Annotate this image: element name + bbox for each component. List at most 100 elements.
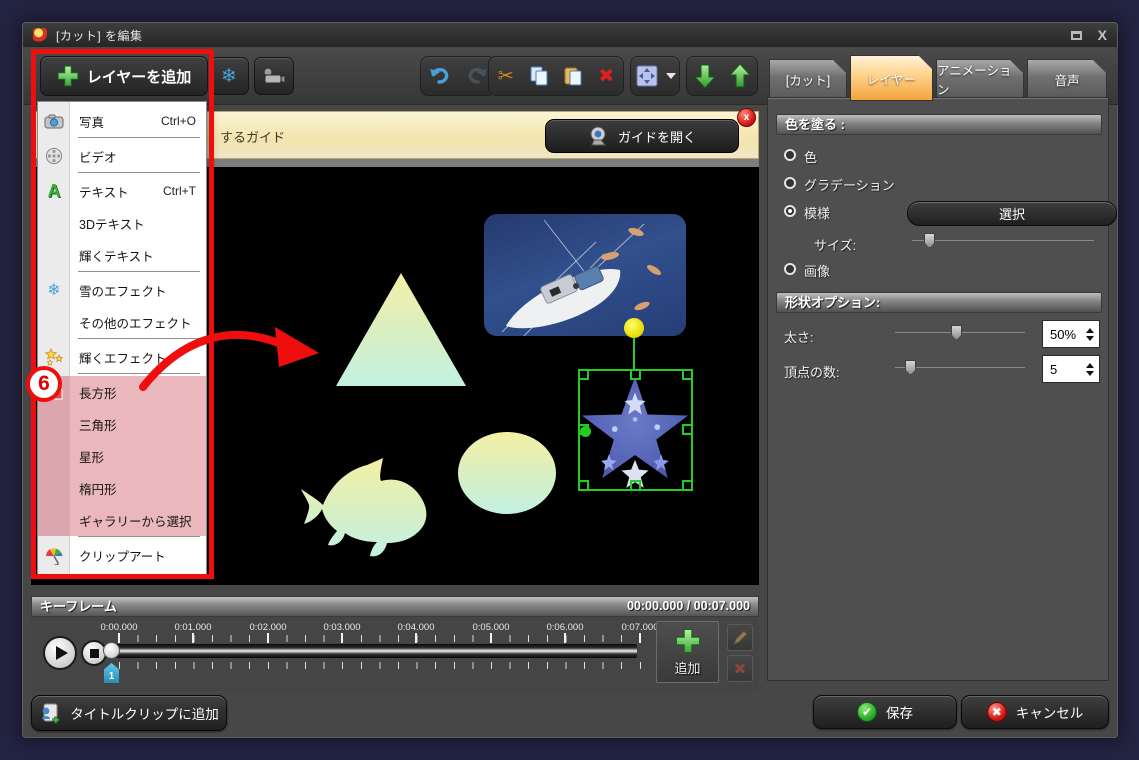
play-button[interactable] — [43, 636, 77, 670]
app-icon — [33, 28, 47, 42]
thickness-label: 太さ: — [784, 327, 814, 346]
undo-redo-group — [420, 56, 496, 96]
radio-color[interactable] — [784, 149, 796, 161]
menu-item-gallery-select[interactable]: ギャラリーから選択 — [38, 504, 206, 536]
menu-item-3d-text[interactable]: 3Dテキスト — [38, 207, 206, 239]
pattern-select-button[interactable]: 選択 — [907, 201, 1117, 226]
menu-item-star[interactable]: 星形 — [38, 440, 206, 472]
menu-item-glow-text[interactable]: 輝くテキスト — [38, 239, 206, 271]
window-title: [カット] を編集 — [56, 27, 143, 44]
menu-item-text[interactable]: A テキスト Ctrl+T — [38, 175, 206, 207]
keyframe-header: キーフレーム 00:00.000 / 00:07.000 — [31, 596, 759, 617]
add-layer-button[interactable]: レイヤーを追加 — [40, 56, 208, 96]
ruler-label: 0:03.000 — [312, 622, 372, 633]
playhead-handle[interactable] — [103, 642, 120, 659]
menu-item-other-effects[interactable]: その他のエフェクト — [38, 306, 206, 338]
fit-view-dropdown-caret[interactable] — [666, 73, 676, 79]
menu-item-ellipse[interactable]: 楕円形 — [38, 472, 206, 504]
selection-handle-sw[interactable] — [578, 480, 589, 491]
selection-handle-ne[interactable] — [682, 369, 693, 380]
delete-keyframe-button[interactable]: ✖ — [727, 655, 753, 682]
edit-keyframe-button[interactable] — [727, 624, 753, 651]
shape-section-header: 形状オプション: — [776, 292, 1102, 313]
snowflake-icon: ❄ — [221, 65, 237, 88]
thickness-slider[interactable] — [895, 325, 1025, 341]
menu-item-clipart[interactable]: クリップアート — [38, 539, 206, 571]
radio-pattern-label: 模様 — [804, 203, 830, 222]
redo-button[interactable] — [464, 63, 490, 89]
add-keyframe-button[interactable]: 追加 — [656, 621, 719, 683]
menu-item-video[interactable]: ビデオ — [38, 140, 206, 172]
timeline-track[interactable] — [106, 644, 637, 658]
menu-item-photo[interactable]: 写真 Ctrl+O — [38, 105, 206, 137]
selection-handle-n[interactable] — [630, 369, 641, 380]
vertices-value: 5 — [1043, 362, 1083, 377]
radio-gradient[interactable] — [784, 177, 796, 189]
menu-item-triangle[interactable]: 三角形 — [38, 408, 206, 440]
fill-section-header: 色を塗る : — [776, 114, 1102, 135]
rotation-handle[interactable] — [624, 318, 644, 338]
copy-icon[interactable] — [526, 63, 552, 89]
selection-handle-se[interactable] — [682, 480, 693, 491]
spin-up-icon[interactable] — [1086, 363, 1094, 368]
pencil-icon — [732, 630, 748, 646]
save-button[interactable]: ✔ 保存 — [813, 695, 957, 729]
paste-icon[interactable] — [560, 63, 586, 89]
close-icon[interactable]: X — [1098, 28, 1107, 42]
spin-up-icon[interactable] — [1086, 328, 1094, 333]
move-up-icon[interactable] — [727, 63, 753, 89]
selection-handle-e[interactable] — [682, 424, 693, 435]
ellipse-shape — [458, 432, 556, 514]
move-down-icon[interactable] — [692, 63, 718, 89]
fit-view-button[interactable] — [634, 63, 660, 89]
guide-banner-text: するガイド — [220, 127, 285, 146]
ruler-label: 0:05.000 — [461, 622, 521, 633]
open-guide-label: ガイドを開く — [618, 127, 696, 146]
save-label: 保存 — [886, 702, 913, 722]
menu-item-snow-effect[interactable]: ❄ 雪のエフェクト — [38, 274, 206, 306]
tab-animation[interactable]: アニメーション — [936, 59, 1024, 99]
minimize-icon[interactable] — [1071, 31, 1082, 40]
tab-audio[interactable]: 音声 — [1027, 59, 1107, 99]
spin-down-icon[interactable] — [1086, 336, 1094, 341]
selection-handle-s[interactable] — [630, 480, 641, 491]
snow-effect-button[interactable]: ❄ — [209, 57, 249, 95]
vertices-spinbox[interactable]: 5 — [1042, 355, 1100, 383]
ruler-ticks-top — [119, 635, 649, 642]
thickness-spinbox[interactable]: 50% — [1042, 320, 1100, 348]
ruler-ticks-bottom — [119, 662, 649, 669]
radio-image[interactable] — [784, 263, 796, 275]
webcam-icon — [588, 126, 610, 146]
cut-icon[interactable]: ✂ — [493, 63, 519, 89]
timeline-body: 0:00.000 0:01.000 0:02.000 0:03.000 0:04… — [31, 617, 759, 691]
fish-shape — [301, 458, 426, 556]
ruler-label: 0:01.000 — [163, 622, 223, 633]
tab-cut[interactable]: [カット] — [769, 59, 847, 99]
selection-center-handle[interactable] — [580, 426, 591, 437]
star-selection-box[interactable] — [578, 369, 693, 491]
undo-button[interactable] — [427, 63, 453, 89]
add-to-title-clip-button[interactable]: タイトルクリップに追加 — [31, 695, 227, 731]
vertices-slider[interactable] — [895, 360, 1025, 376]
radio-pattern[interactable] — [784, 205, 796, 217]
menu-item-glow-effect[interactable]: 輝くエフェクト — [38, 341, 206, 373]
banner-close-icon[interactable]: x — [737, 108, 756, 127]
video-capture-button[interactable] — [254, 57, 294, 95]
camera-icon — [38, 105, 70, 137]
cancel-button[interactable]: ✖ キャンセル — [961, 695, 1109, 729]
zoom-fit-group — [630, 56, 680, 96]
selection-handle-nw[interactable] — [578, 369, 589, 380]
keyframe-marker[interactable]: 1 — [104, 663, 119, 683]
pattern-size-slider[interactable] — [912, 233, 1094, 249]
delete-keyframe-icon: ✖ — [734, 660, 747, 678]
time-display: 00:00.000 / 00:07.000 — [627, 597, 750, 616]
open-guide-button[interactable]: ガイドを開く — [545, 119, 739, 153]
spin-down-icon[interactable] — [1086, 371, 1094, 376]
delete-icon[interactable]: ✖ — [593, 63, 619, 89]
menu-item-rectangle[interactable]: 長方形 — [38, 376, 206, 408]
layer-panel: 色を塗る : 色 グラデーション 模様 選択 サイズ: 画像 形状オプション: … — [767, 97, 1109, 681]
boat-image[interactable] — [484, 214, 686, 336]
tab-layer[interactable]: レイヤー — [850, 55, 933, 101]
clipboard-group: ✂ ✖ — [488, 56, 624, 96]
annotation-step-badge: 6 — [26, 366, 62, 402]
